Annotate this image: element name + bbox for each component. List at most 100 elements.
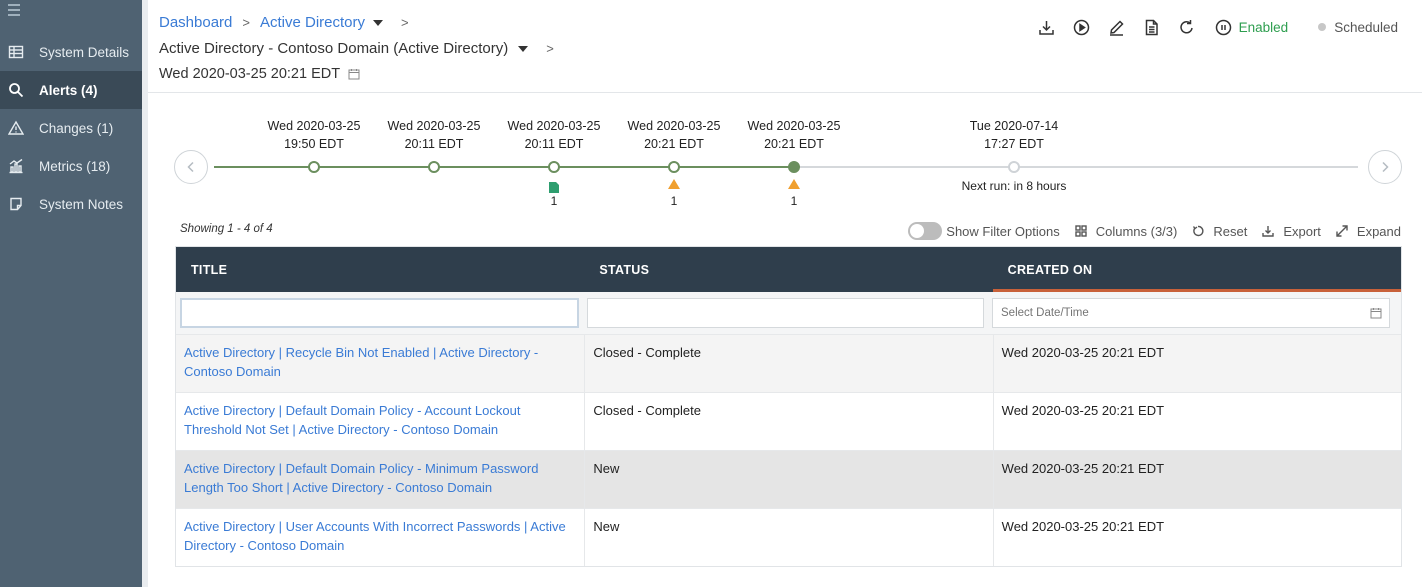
warning-icon [8,120,24,136]
title-filter-input[interactable] [180,298,579,328]
column-header-status[interactable]: STATUS [584,247,992,292]
scheduled-status[interactable]: Scheduled [1318,20,1398,35]
alert-title-link[interactable]: Active Directory | Default Domain Policy… [176,451,584,508]
warning-triangle-icon [788,179,800,189]
alert-created-on: Wed 2020-03-25 20:21 EDT [992,451,1401,508]
search-icon [8,82,24,98]
breadcrumb-system-label[interactable]: Active Directory - Contoso Domain (Activ… [159,40,508,57]
download-icon [1262,226,1275,237]
export-button[interactable]: Export [1262,224,1321,239]
sidebar-item-system-details[interactable]: System Details [0,33,142,71]
alert-created-on: Wed 2020-03-25 20:21 EDT [992,335,1401,392]
reset-label: Reset [1213,223,1248,239]
timeline-run-node[interactable] [668,161,680,173]
reset-icon [1193,225,1204,237]
alert-title-link[interactable]: Active Directory | User Accounts With In… [176,509,584,566]
sidebar-item-metrics[interactable]: Metrics (18) [0,147,142,185]
timeline-time-label: 20:11 EDT [525,137,584,151]
column-header-created-on[interactable]: CREATED ON [992,247,1402,292]
export-label: Export [1283,223,1321,239]
table-row[interactable]: Active Directory | Default Domain Policy… [176,392,1401,450]
refresh-icon [1180,19,1193,34]
breadcrumb-section-link[interactable]: Active Directory [260,14,365,31]
alert-title-link[interactable]: Active Directory | Default Domain Policy… [176,393,584,450]
timeline-date-label: Wed 2020-03-25 [628,119,721,133]
grid-icon [1075,225,1087,237]
status-dot-icon [1318,23,1327,31]
sidebar-item-label: Changes (1) [39,120,114,136]
timeline-time-label: 19:50 EDT [284,137,344,151]
expand-label: Expand [1356,223,1401,239]
timeline-run-node[interactable] [428,161,440,173]
header-toolbar: Enabled Scheduled [1022,17,1398,37]
showing-count: Showing 1 - 4 of 4 [180,223,273,235]
columns-label: Columns (3/3) [1095,223,1178,239]
pause-circle-icon [1215,19,1231,35]
show-filter-options-label: Show Filter Options [946,223,1060,239]
chevron-right-icon: > [401,15,409,30]
report-button[interactable] [1142,17,1162,37]
table-row[interactable]: Active Directory | Recycle Bin Not Enabl… [176,334,1401,392]
alert-created-on: Wed 2020-03-25 20:21 EDT [992,509,1401,566]
sidebar-nav: System Details Alerts (4) Changes (1) Me… [0,33,142,223]
alert-status: Closed - Complete [584,393,992,450]
run-datetime-label[interactable]: Wed 2020-03-25 20:21 EDT [159,66,340,82]
document-icon [1145,19,1158,35]
download-button[interactable] [1037,17,1057,37]
breadcrumb: Dashboard > Active Directory > [159,14,419,31]
toggle-switch[interactable] [908,222,943,240]
run-button[interactable] [1072,17,1092,37]
reset-button[interactable]: Reset [1192,224,1247,239]
timeline-time-label: 20:21 EDT [644,137,704,151]
show-filter-options-toggle[interactable]: Show Filter Options [908,222,1060,240]
sidebar-item-label: System Details [39,44,130,60]
timeline-date-label: Wed 2020-03-25 [748,119,841,133]
column-header-title[interactable]: TITLE [176,247,584,292]
timeline-alert-count: 1 [551,194,558,208]
caret-down-icon[interactable] [373,19,384,26]
caret-down-icon[interactable] [518,45,529,52]
breadcrumb-dashboard-link[interactable]: Dashboard [159,14,232,31]
timeline-time-label: 17:27 EDT [984,137,1044,151]
alert-title-link[interactable]: Active Directory | Recycle Bin Not Enabl… [176,335,584,392]
alert-created-on: Wed 2020-03-25 20:21 EDT [992,393,1401,450]
expand-icon [1336,225,1348,237]
timeline-date-label: Wed 2020-03-25 [388,119,481,133]
timeline-time-label: 20:11 EDT [405,137,464,151]
chevron-right-icon: > [546,41,554,56]
timeline-run-node[interactable] [1008,161,1020,173]
table-header: TITLE STATUS CREATED ON [176,247,1402,292]
run-timeline: Wed 2020-03-25 19:50 EDT Wed 2020-03-25 20:… [148,93,1422,218]
expand-button[interactable]: Expand [1336,224,1401,239]
sidebar-item-alerts[interactable]: Alerts (4) [0,71,142,109]
status-filter-input[interactable] [587,298,984,328]
timeline-run-node[interactable] [548,161,560,173]
note-icon [8,196,24,212]
scheduled-label: Scheduled [1334,19,1398,35]
table-icon [8,44,24,60]
alert-status: Closed - Complete [584,335,992,392]
hamburger-menu-icon[interactable] [8,4,22,16]
calendar-icon[interactable] [1370,307,1382,319]
timeline-run-node[interactable] [308,161,320,173]
sidebar-item-changes[interactable]: Changes (1) [0,109,142,147]
refresh-button[interactable] [1177,17,1197,37]
timeline-run-node[interactable] [788,161,800,173]
date-filter-input[interactable] [992,298,1390,328]
columns-button[interactable]: Columns (3/3) [1075,223,1178,239]
download-icon [1039,20,1054,35]
timeline-date-label: Tue 2020-07-14 [970,119,1059,133]
edit-button[interactable] [1107,17,1127,37]
filter-row [176,292,1401,334]
next-run-label: Next run: in 8 hours [962,179,1067,193]
sidebar-item-label: Metrics (18) [39,158,111,174]
sidebar-item-system-notes[interactable]: System Notes [0,185,142,223]
sidebar-item-label: System Notes [39,196,124,212]
table-row[interactable]: Active Directory | User Accounts With In… [176,508,1401,566]
table-row[interactable]: Active Directory | Default Domain Policy… [176,450,1401,508]
breadcrumb-system: Active Directory - Contoso Domain (Activ… [159,40,554,57]
document-icon [549,182,559,193]
enabled-toggle-button[interactable]: Enabled [1215,19,1288,36]
page-header: Dashboard > Active Directory > Active Di… [148,0,1422,93]
calendar-icon[interactable] [348,68,360,80]
